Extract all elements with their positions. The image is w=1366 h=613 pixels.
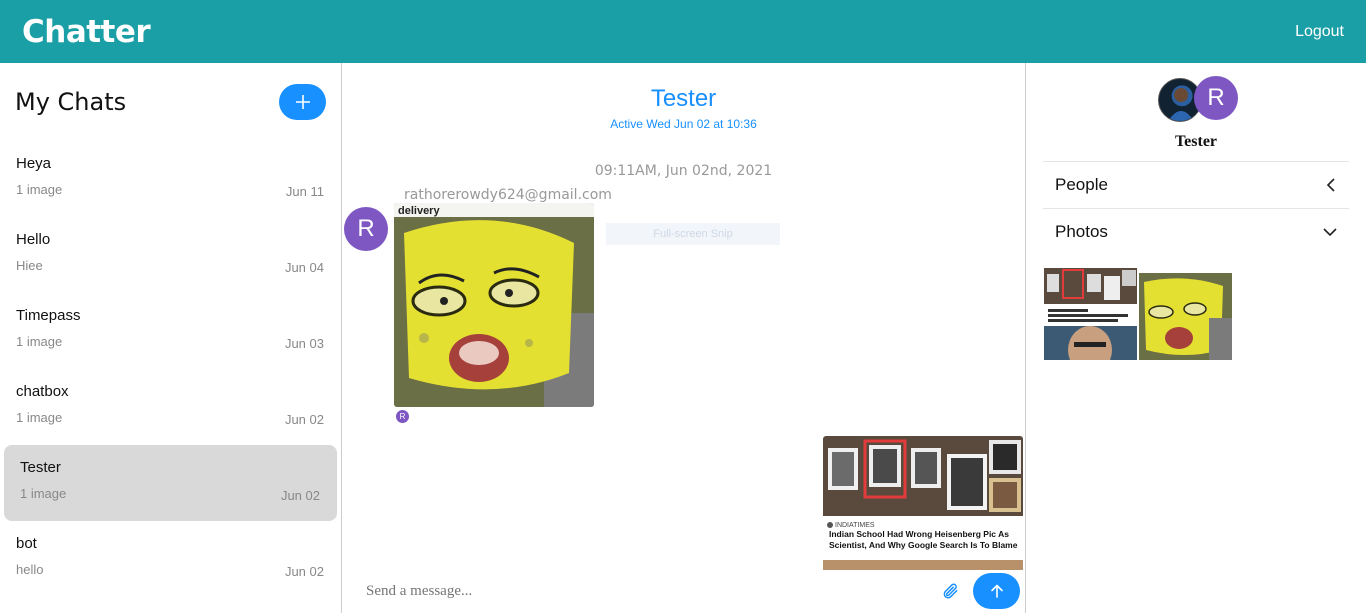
read-receipt-avatar: R	[396, 410, 409, 423]
sidebar-header: My Chats	[0, 63, 341, 141]
snip-overlay: Full-screen Snip	[606, 223, 780, 245]
chat-preview: hello	[16, 562, 44, 577]
new-chat-button[interactable]	[279, 84, 326, 120]
people-section-toggle[interactable]: People	[1043, 161, 1349, 207]
chat-name: chatbox	[16, 383, 69, 400]
chat-date: Jun 02	[280, 488, 320, 503]
chat-date: Jun 04	[284, 260, 324, 275]
conversation-title: Tester	[650, 85, 717, 112]
chat-preview: 1 image	[16, 334, 63, 349]
chat-preview: 1 image	[16, 410, 63, 425]
send-button[interactable]	[973, 573, 1020, 609]
chat-preview: 1 image	[16, 182, 63, 197]
details-name: Tester	[1174, 133, 1218, 150]
chat-date: Jun 02	[284, 412, 324, 427]
sender-email: rathorerowdy624@gmail.com	[404, 187, 612, 203]
photo-thumb-news[interactable]	[1044, 268, 1137, 360]
news-headline: Indian School Had Wrong Heisenberg Pic A…	[829, 529, 1018, 550]
logout-button[interactable]: Logout	[1295, 23, 1344, 41]
chat-name: Timepass	[16, 307, 81, 324]
news-image: INDIATIMES Indian School Had Wrong Heise…	[823, 436, 1023, 570]
paperclip-icon	[943, 583, 958, 599]
photos-label: Photos	[1055, 221, 1108, 241]
sender-avatar: R	[344, 207, 388, 251]
active-status: Active Wed Jun 02 at 10:36	[610, 117, 757, 131]
message-composer	[342, 569, 1025, 613]
image-message-news[interactable]: INDIATIMES Indian School Had Wrong Heise…	[823, 436, 1023, 570]
app-brand: Chatter	[22, 13, 151, 50]
top-bar: Chatter Logout	[0, 0, 1366, 63]
people-label: People	[1055, 174, 1108, 194]
photo-thumbnails	[1044, 268, 1232, 360]
spongebob-image: delivery	[394, 203, 594, 407]
chat-item-hello[interactable]: Hello Hiee Jun 04	[0, 217, 341, 293]
chevron-down-icon	[1323, 227, 1337, 236]
chat-date: Jun 11	[285, 184, 324, 199]
member-avatars: R	[1158, 76, 1248, 122]
chat-item-chatbox[interactable]: chatbox 1 image Jun 02	[0, 369, 341, 445]
user-letter-avatar: R	[1194, 76, 1238, 120]
chevron-left-icon	[1326, 177, 1335, 192]
photo-thumb-spongebob[interactable]	[1139, 268, 1232, 360]
chat-details-panel: R Tester People Photos	[1026, 63, 1366, 613]
chat-name: Heya	[16, 155, 52, 172]
chat-item-heya[interactable]: Heya 1 image Jun 11	[0, 141, 341, 217]
chat-item-tester[interactable]: Tester 1 image Jun 02	[4, 445, 337, 521]
chat-name: Hello	[16, 231, 51, 248]
conversation-pane: Tester Active Wed Jun 02 at 10:36 09:11A…	[342, 63, 1026, 613]
chat-item-timepass[interactable]: Timepass 1 image Jun 03	[0, 293, 341, 369]
chat-preview: Hiee	[16, 258, 43, 273]
attach-button[interactable]	[939, 580, 961, 602]
news-source: INDIATIMES	[835, 522, 875, 529]
photos-section-toggle[interactable]: Photos	[1043, 208, 1349, 254]
image-caption: delivery	[398, 205, 440, 217]
arrow-up-icon	[990, 584, 1003, 598]
chat-list-sidebar: My Chats Heya 1 image Jun 11 Hello Hiee …	[0, 63, 342, 613]
message-input[interactable]	[366, 582, 939, 600]
chat-date: Jun 03	[284, 336, 324, 351]
chat-name: Tester	[20, 459, 61, 476]
chat-date: Jun 02	[284, 564, 324, 579]
chat-preview: 1 image	[20, 486, 67, 501]
plus-icon	[295, 95, 310, 109]
chat-item-bot[interactable]: bot hello Jun 02	[0, 521, 341, 597]
message-timestamp: 09:11AM, Jun 02nd, 2021	[594, 163, 773, 179]
chat-name: bot	[16, 535, 37, 552]
image-message-spongebob[interactable]: delivery	[394, 203, 594, 407]
sidebar-title: My Chats	[15, 88, 127, 116]
